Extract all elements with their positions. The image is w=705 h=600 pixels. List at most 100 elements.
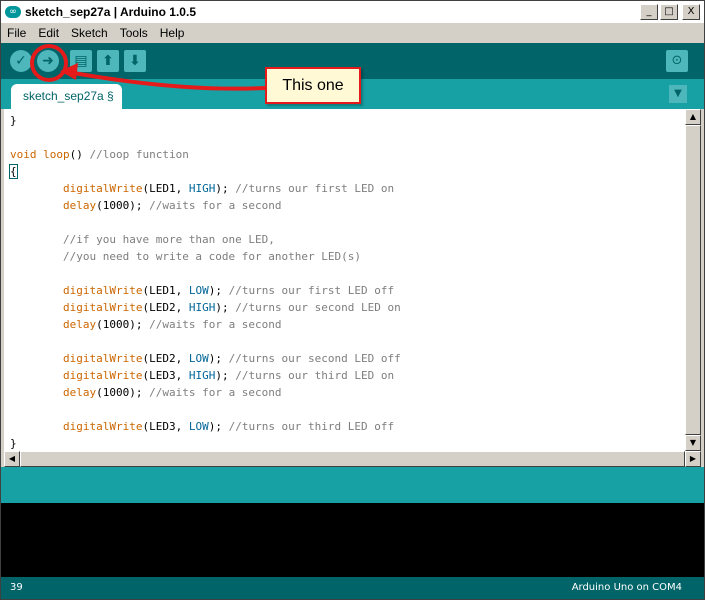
code-token: (LED1, <box>142 182 189 195</box>
code-line[interactable]: } <box>10 435 401 451</box>
window-title: sketch_sep27a | Arduino 1.0.5 <box>25 5 196 19</box>
scroll-down-button[interactable]: ▼ <box>685 435 701 451</box>
callout-label: This one <box>265 67 361 104</box>
code-line[interactable] <box>10 129 401 146</box>
code-token: //turns our first LED on <box>235 182 395 195</box>
save-button[interactable]: ⬇ <box>124 50 146 72</box>
code-token: //waits for a second <box>149 199 282 212</box>
code-line[interactable] <box>10 265 401 282</box>
code-token: (LED2, <box>142 301 189 314</box>
menu-sketch[interactable]: Sketch <box>65 26 114 40</box>
horizontal-scrollbar[interactable]: ◀ ▶ <box>4 451 701 467</box>
close-button[interactable]: X <box>682 4 700 20</box>
message-area <box>1 467 704 503</box>
code-line[interactable]: digitalWrite(LED2, LOW); //turns our sec… <box>10 350 401 367</box>
tab-menu-button[interactable]: ▼ <box>669 85 687 103</box>
code-line[interactable]: //if you have more than one LED, <box>10 231 401 248</box>
code-line[interactable]: digitalWrite(LED3, HIGH); //turns our th… <box>10 367 401 384</box>
tab-sketch[interactable]: sketch_sep27a § <box>11 84 122 109</box>
window-controls: _ □ X <box>640 4 700 20</box>
arrow-down-icon: ⬇ <box>129 53 141 69</box>
scroll-up-button[interactable]: ▲ <box>685 109 701 125</box>
serial-monitor-button[interactable]: ⊙ <box>666 50 688 72</box>
code-token: //turns our first LED off <box>228 284 395 297</box>
magnifier-icon: ⊙ <box>671 53 683 68</box>
menu-edit[interactable]: Edit <box>32 26 65 40</box>
code-line[interactable]: digitalWrite(LED3, LOW); //turns our thi… <box>10 418 401 435</box>
code-line[interactable]: delay(1000); //waits for a second <box>10 316 401 333</box>
code-line[interactable]: digitalWrite(LED2, HIGH); //turns our se… <box>10 299 401 316</box>
code-token: () <box>69 148 90 161</box>
code-token: digitalWrite <box>62 301 143 314</box>
code-token: (1000); <box>96 386 150 399</box>
code-token: (LED2, <box>142 352 189 365</box>
code-token: (LED1, <box>142 284 189 297</box>
code-line[interactable]: //you need to write a code for another L… <box>10 248 401 265</box>
code-line[interactable] <box>10 401 401 418</box>
vertical-scrollbar[interactable]: ▲ ▼ <box>685 109 701 451</box>
code-token: ); <box>215 182 236 195</box>
code-token: } <box>10 114 17 127</box>
code-token: //turns our second LED off <box>228 352 401 365</box>
code-line[interactable]: void loop() //loop function <box>10 146 401 163</box>
code-token: (LED3, <box>142 369 189 382</box>
minimize-button[interactable]: _ <box>640 4 658 20</box>
code-token: ); <box>215 369 236 382</box>
console-output[interactable] <box>1 503 704 577</box>
status-bar: 39 Arduino Uno on COM4 <box>1 577 704 599</box>
code-line[interactable] <box>10 214 401 231</box>
title-bar[interactable]: ∞ sketch_sep27a | Arduino 1.0.5 _ □ X <box>1 1 704 23</box>
code-editor[interactable]: } void loop() //loop function{ digitalWr… <box>4 109 685 451</box>
menu-file[interactable]: File <box>1 26 32 40</box>
code-text[interactable]: } void loop() //loop function{ digitalWr… <box>9 112 401 451</box>
code-token: digitalWrite <box>62 352 143 365</box>
check-icon: ✓ <box>15 53 27 69</box>
menu-help[interactable]: Help <box>154 26 191 40</box>
maximize-button[interactable]: □ <box>660 4 678 20</box>
code-token: //you need to write a code for another L… <box>62 250 361 263</box>
code-line[interactable]: delay(1000); //waits for a second <box>10 197 401 214</box>
code-token: //loop function <box>89 148 189 161</box>
code-token: LOW <box>188 352 209 365</box>
code-token: //waits for a second <box>149 318 282 331</box>
upload-highlight-circle <box>30 44 68 82</box>
code-token: delay <box>62 199 97 212</box>
open-button[interactable]: ⬆ <box>97 50 119 72</box>
code-token: HIGH <box>188 369 216 382</box>
code-token: //turns our second LED on <box>235 301 401 314</box>
scroll-right-button[interactable]: ▶ <box>685 451 701 467</box>
menu-tools[interactable]: Tools <box>114 26 154 40</box>
code-line[interactable]: digitalWrite(LED1, HIGH); //turns our fi… <box>10 180 401 197</box>
code-token: delay <box>62 318 97 331</box>
board-port-label: Arduino Uno on COM4 <box>571 582 682 593</box>
arrow-up-icon: ⬆ <box>102 53 114 69</box>
triangle-down-icon: ▼ <box>674 88 682 99</box>
code-token: } <box>10 437 17 450</box>
verify-button[interactable]: ✓ <box>10 50 32 72</box>
code-line[interactable] <box>10 333 401 350</box>
code-token: digitalWrite <box>62 369 143 382</box>
code-token: LOW <box>188 420 209 433</box>
code-token: ); <box>215 301 236 314</box>
new-button[interactable]: ▤ <box>70 50 92 72</box>
code-line[interactable]: { <box>9 163 401 180</box>
code-token: ); <box>208 352 229 365</box>
code-line[interactable]: } <box>10 112 401 129</box>
scroll-left-button[interactable]: ◀ <box>4 451 20 467</box>
horizontal-scroll-thumb[interactable] <box>20 451 685 467</box>
code-token: digitalWrite <box>62 420 143 433</box>
code-token: //turns our third LED off <box>228 420 395 433</box>
vertical-scroll-thumb[interactable] <box>685 125 701 435</box>
code-token: (1000); <box>96 199 150 212</box>
code-line[interactable]: digitalWrite(LED1, LOW); //turns our fir… <box>10 282 401 299</box>
code-line[interactable]: delay(1000); //waits for a second <box>10 384 401 401</box>
